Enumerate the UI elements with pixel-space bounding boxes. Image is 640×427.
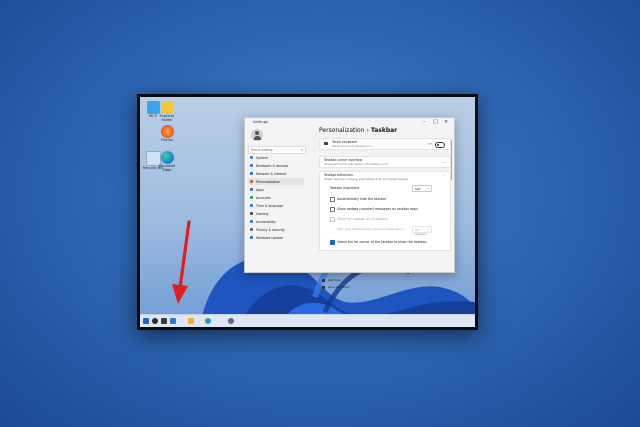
red-arrow-annotation [172,220,191,304]
